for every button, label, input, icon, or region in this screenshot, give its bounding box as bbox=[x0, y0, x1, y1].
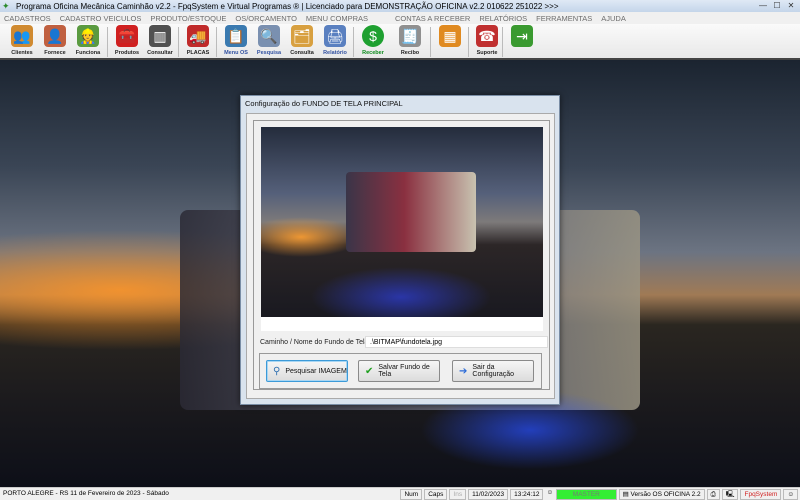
menu-relat-rios[interactable]: RELATÓRIOS bbox=[479, 14, 527, 23]
path-label: Caminho / Nome do Fundo de Tela bbox=[260, 339, 369, 346]
person-icon: 👤 bbox=[44, 25, 66, 47]
toolbar-label: PLACAS bbox=[186, 50, 210, 56]
document-search-icon: 🔍 bbox=[258, 25, 280, 47]
menu-cadastro-veiculos[interactable]: CADASTRO VEICULOS bbox=[60, 14, 142, 23]
menu-cadastros[interactable]: CADASTROS bbox=[4, 14, 51, 23]
truck-icon: 🚚 bbox=[187, 25, 209, 47]
menu-contas-a-receber[interactable]: CONTAS A RECEBER bbox=[395, 14, 470, 23]
toolbar-button-exit[interactable]: ⇥ bbox=[506, 25, 538, 59]
checkmark-icon: ✔ bbox=[365, 365, 374, 377]
menu-ferramentas[interactable]: FERRAMENTAS bbox=[536, 14, 592, 23]
status-num: Num bbox=[400, 488, 423, 500]
status-location: PORTO ALEGRE - RS 11 de Fevereiro de 202… bbox=[3, 489, 169, 497]
toolbar-button-relato-rio[interactable]: 🖨 Relatório bbox=[319, 25, 351, 59]
background-config-dialog: Configuração do FUNDO DE TELA PRINCIPAL … bbox=[240, 95, 560, 405]
dollar-icon: $ bbox=[362, 25, 384, 47]
toolbar-button-produtos[interactable]: 🧰 Produtos bbox=[111, 25, 143, 59]
receipt-icon: 🧾 bbox=[399, 25, 421, 47]
exit-config-button[interactable]: ➔ Sair da Configuração bbox=[452, 360, 534, 382]
toolbar-label: Receber bbox=[362, 50, 384, 56]
status-bar: PORTO ALEGRE - RS 11 de Fevereiro de 202… bbox=[0, 487, 800, 500]
toolbar-button-clientes[interactable]: 👥 Clientes bbox=[6, 25, 38, 59]
toolbar-button-menu-os[interactable]: 📋 Menu OS bbox=[220, 25, 252, 59]
menu-ajuda[interactable]: AJUDA bbox=[601, 14, 626, 23]
computer-icon[interactable]: 🖳 bbox=[721, 488, 739, 500]
save-background-button[interactable]: ✔ Salvar Fundo de Tela bbox=[358, 360, 440, 382]
toolbar-label: Suporte bbox=[476, 50, 498, 56]
toolbar-button-consulta[interactable]: 🗂 Consulta bbox=[286, 25, 318, 59]
toolbar-label: Funciona bbox=[75, 50, 101, 56]
save-label: Salvar Fundo de Tela bbox=[378, 364, 430, 378]
magnifier-icon: ⚲ bbox=[273, 365, 281, 377]
toolbar-button-funciona[interactable]: 👷 Funciona bbox=[72, 25, 104, 59]
toolbar-button-recibo[interactable]: 🧾 Recibo bbox=[394, 25, 426, 59]
printer-icon: 🖨 bbox=[324, 25, 346, 47]
status-time: 13:24:12 bbox=[510, 488, 544, 500]
folder-icon: 🗂 bbox=[291, 25, 313, 47]
toolbar-button-suporte[interactable]: ☎ Suporte bbox=[471, 25, 503, 59]
toolbar-separator bbox=[430, 27, 431, 57]
search-image-label: Pesquisar IMAGEM bbox=[285, 367, 347, 375]
toolbar-button-pesquisa[interactable]: 🔍 Pesquisa bbox=[253, 25, 285, 59]
toolbar-label: Fornece bbox=[44, 50, 66, 56]
image-frame bbox=[253, 120, 550, 390]
user-icon: ☺ bbox=[546, 488, 554, 496]
menu-bar: CADASTROS CADASTRO VEICULOS PRODUTO/ESTOQU… bbox=[0, 12, 800, 24]
toolbar-label: Menu OS bbox=[224, 50, 248, 56]
arrow-right-circle-icon: ➔ bbox=[459, 365, 468, 377]
toolbar-label: Pesquisa bbox=[256, 50, 282, 56]
wallpaper-preview bbox=[261, 127, 543, 317]
title-bar: ✦ Programa Oficina Mecânica Caminhão v2.… bbox=[0, 0, 800, 12]
exit-icon: ⇥ bbox=[511, 25, 533, 47]
version-text: Versão OS OFICINA 2.2 bbox=[630, 490, 701, 498]
status-user: MASTER bbox=[556, 488, 617, 500]
toolbox-icon: 🧰 bbox=[116, 25, 138, 47]
close-button[interactable]: ✕ bbox=[784, 0, 798, 11]
toolbar-label: Recibo bbox=[400, 50, 420, 56]
clipboard-icon: 📋 bbox=[225, 25, 247, 47]
toolbar-button-fornece[interactable]: 👤 Fornece bbox=[39, 25, 71, 59]
status-version: ▤ Versão OS OFICINA 2.2 bbox=[618, 488, 705, 500]
maximize-button[interactable]: ☐ bbox=[770, 0, 784, 11]
window-title: Programa Oficina Mecânica Caminhão v2.2 … bbox=[16, 1, 559, 11]
exit-label: Sair da Configuração bbox=[472, 364, 515, 378]
dialog-title: Configuração do FUNDO DE TELA PRINCIPAL bbox=[245, 99, 403, 108]
status-date: 11/02/2023 bbox=[468, 488, 509, 500]
toolbar-button-calculator[interactable]: ▦ bbox=[434, 25, 466, 59]
minimize-button[interactable]: — bbox=[756, 0, 770, 11]
users-icon: 👥 bbox=[11, 25, 33, 47]
app-icon: ✦ bbox=[2, 1, 10, 11]
menu-os-or-amento[interactable]: OS/ORÇAMENTO bbox=[235, 14, 297, 23]
path-input[interactable]: .\BITMAP\fundotela.jpg bbox=[365, 336, 548, 348]
search-image-button[interactable]: ⚲ Pesquisar IMAGEM bbox=[266, 360, 348, 382]
worker-icon: 👷 bbox=[77, 25, 99, 47]
calculator-icon: ▦ bbox=[439, 25, 461, 47]
button-group: ⚲ Pesquisar IMAGEM ✔ Salvar Fundo de Tela … bbox=[259, 353, 542, 389]
toolbar-button-receber[interactable]: $ Receber bbox=[357, 25, 389, 59]
user-status-icon: ☺ bbox=[783, 488, 798, 500]
toolbar-label: Clientes bbox=[11, 50, 33, 56]
toolbar-separator bbox=[468, 27, 469, 57]
toolbar-label: Consultar bbox=[147, 50, 173, 56]
preview-padding bbox=[261, 317, 543, 331]
toolbar-button-consultar[interactable]: ▥ Consultar bbox=[144, 25, 176, 59]
toolbar-separator bbox=[178, 27, 179, 57]
menu-produto-estoque[interactable]: PRODUTO/ESTOQUE bbox=[150, 14, 226, 23]
barcode-icon: ▥ bbox=[149, 25, 171, 47]
status-caps: Caps bbox=[424, 488, 448, 500]
toolbar-separator bbox=[353, 27, 354, 57]
toolbar-separator bbox=[107, 27, 108, 57]
menu-menu-compras[interactable]: MENU COMPRAS bbox=[306, 14, 368, 23]
toolbar-separator bbox=[216, 27, 217, 57]
toolbar-label: Consulta bbox=[290, 50, 314, 56]
toolbar: 👥 Clientes 👤 Fornece 👷 Funciona 🧰 Produtos ▥ Cons… bbox=[0, 24, 800, 60]
toolbar-label: Produtos bbox=[114, 50, 140, 56]
printer-status-icon[interactable]: ⎙ bbox=[706, 488, 720, 500]
status-brand: FpqSystem bbox=[740, 488, 782, 500]
toolbar-label: Relatório bbox=[323, 50, 347, 56]
status-ins: Ins bbox=[449, 488, 467, 500]
support-icon: ☎ bbox=[476, 25, 498, 47]
toolbar-button-placas[interactable]: 🚚 PLACAS bbox=[182, 25, 214, 59]
version-icon: ▤ bbox=[622, 490, 631, 498]
